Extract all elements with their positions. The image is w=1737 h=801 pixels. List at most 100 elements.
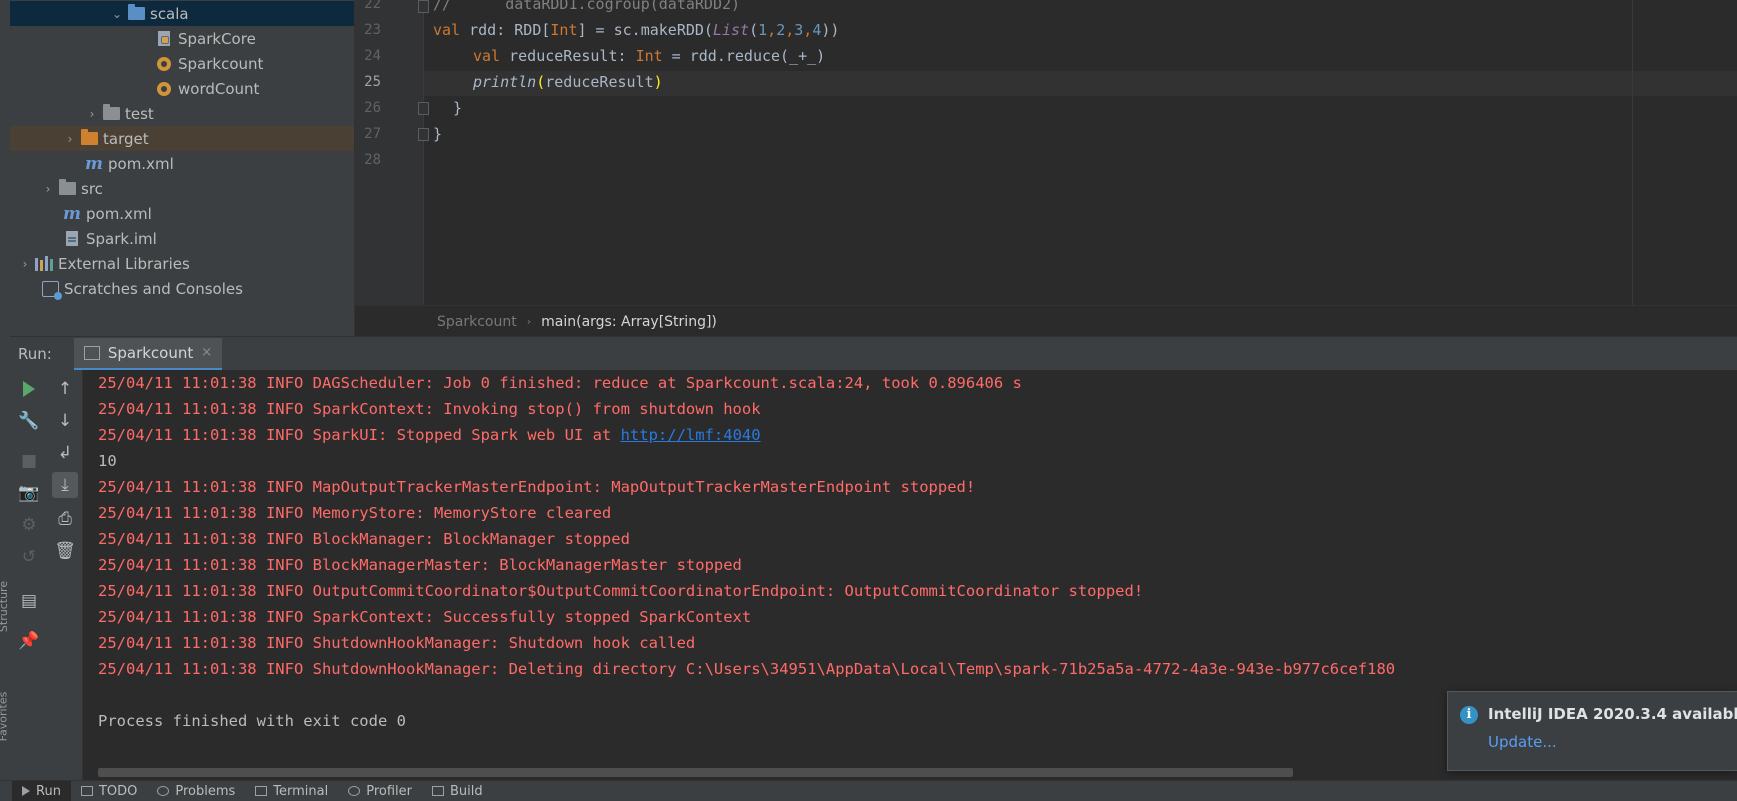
- code-token: ,: [767, 21, 777, 39]
- chevron-down-icon[interactable]: ⌄: [108, 7, 126, 21]
- fold-marker-icon[interactable]: [418, 102, 429, 115]
- structure-tab[interactable]: Structure: [0, 581, 10, 632]
- code-token: Int: [550, 21, 578, 39]
- line-number: 23: [364, 22, 381, 38]
- notification-title: IntelliJ IDEA 2020.3.4 available: [1488, 705, 1737, 723]
- line-number: 22: [364, 0, 381, 12]
- scala-file-icon: [154, 31, 174, 47]
- console-line: 25/04/11 11:01:38 INFO SparkContext: Inv…: [98, 400, 761, 418]
- trash-icon[interactable]: 🗑: [52, 538, 78, 564]
- code-token: (: [749, 21, 759, 39]
- console-line: 25/04/11 11:01:38 INFO MapOutputTrackerM…: [98, 478, 976, 496]
- tool-problems[interactable]: Problems: [147, 781, 245, 801]
- tool-label: Run: [36, 783, 61, 799]
- tree-item-label: SparkCore: [178, 29, 256, 48]
- module-file-icon: [62, 231, 82, 247]
- tree-item-wordcount[interactable]: wordCount: [10, 76, 354, 101]
- console-line: 25/04/11 11:01:38 INFO BlockManager: Blo…: [98, 530, 630, 548]
- tool-label: Problems: [175, 783, 236, 799]
- pin-icon[interactable]: 📌: [16, 628, 42, 654]
- tree-item-label: target: [103, 129, 149, 148]
- tool-label: Profiler: [366, 783, 413, 799]
- tree-item-sparkcount[interactable]: Sparkcount: [10, 51, 354, 76]
- code-token: val: [433, 21, 461, 39]
- console-line: 25/04/11 11:01:38 INFO MemoryStore: Memo…: [98, 504, 612, 522]
- scroll-to-end-icon[interactable]: ⤓: [52, 472, 78, 498]
- folder-icon: [101, 104, 121, 122]
- scratches-icon: [40, 280, 62, 300]
- code-line-23: val rdd: RDD[Int] = sc.makeRDD(List(1,2,…: [433, 21, 839, 39]
- tool-build[interactable]: Build: [422, 781, 493, 801]
- console-line: 25/04/11 11:01:38 INFO SparkUI: Stopped …: [98, 426, 761, 444]
- breadcrumb-method[interactable]: main(args: Array[String]): [541, 314, 717, 330]
- tree-item-label: pom.xml: [86, 204, 152, 223]
- console-line: 25/04/11 11:01:38 INFO OutputCommitCoord…: [98, 582, 1144, 600]
- code-editor[interactable]: 22 23 24 25 26 27 28 // dataRDD1.cogroup…: [355, 0, 1737, 305]
- tree-item-pom-xml-root[interactable]: m pom.xml: [10, 201, 354, 226]
- console-line: Process finished with exit code 0: [98, 712, 406, 730]
- stop-button[interactable]: ■: [16, 448, 42, 474]
- tool-label: Build: [450, 783, 483, 799]
- print-icon[interactable]: ⎙: [52, 506, 78, 532]
- fold-marker-icon[interactable]: [418, 128, 429, 141]
- camera-icon[interactable]: 📷: [16, 480, 42, 506]
- update-link[interactable]: Update...: [1488, 733, 1557, 751]
- arrow-down-icon[interactable]: ↓: [52, 408, 78, 434]
- maven-icon: m: [85, 153, 103, 174]
- breadcrumb-file[interactable]: Sparkcount: [437, 314, 517, 330]
- chevron-right-icon[interactable]: ›: [39, 182, 57, 196]
- tool-run[interactable]: Run: [12, 781, 71, 801]
- list-icon: [80, 786, 93, 796]
- play-icon: [23, 381, 35, 397]
- tree-item-label: test: [125, 104, 154, 123]
- code-token: 2: [776, 21, 786, 39]
- tree-item-pom-xml[interactable]: m pom.xml: [10, 151, 354, 176]
- rerun-button[interactable]: [16, 376, 42, 402]
- tree-item-spark-iml[interactable]: Spark.iml: [10, 226, 354, 251]
- close-icon[interactable]: ×: [201, 345, 212, 360]
- scala-object-icon: [154, 81, 174, 97]
- tree-item-src[interactable]: › src: [10, 176, 354, 201]
- line-number: 24: [364, 48, 381, 64]
- tool-profiler[interactable]: Profiler: [338, 781, 422, 801]
- tree-item-external-libraries[interactable]: › External Libraries: [10, 251, 354, 276]
- libraries-icon: [34, 256, 54, 272]
- tree-item-sparkcore[interactable]: SparkCore: [10, 26, 354, 51]
- folder-icon: [126, 4, 146, 22]
- horizontal-scrollbar[interactable]: [98, 768, 1293, 777]
- tool-terminal[interactable]: Terminal: [245, 781, 338, 801]
- tool-label: Terminal: [273, 783, 329, 799]
- exit-icon[interactable]: ↺: [16, 544, 42, 570]
- layout-icon[interactable]: ▤: [16, 588, 42, 614]
- chevron-right-icon[interactable]: ›: [83, 107, 101, 121]
- console-line: 25/04/11 11:01:38 INFO SparkContext: Suc…: [98, 608, 752, 626]
- hammer-icon: [432, 786, 445, 796]
- fold-marker-icon[interactable]: [418, 0, 429, 13]
- debug-icon[interactable]: ⚙: [16, 512, 42, 538]
- spark-ui-link[interactable]: http://lmf:4040: [621, 426, 761, 444]
- folder-icon: [57, 179, 77, 197]
- code-token: (: [536, 73, 546, 91]
- tab-sparkcount[interactable]: Sparkcount ×: [73, 337, 223, 371]
- profiler-icon: [348, 786, 361, 796]
- arrow-up-icon[interactable]: ↑: [52, 376, 78, 402]
- favorites-tab[interactable]: Favorites: [0, 692, 9, 742]
- chevron-right-icon[interactable]: ›: [61, 132, 79, 146]
- tool-todo[interactable]: TODO: [71, 781, 147, 801]
- tree-item-scratches[interactable]: Scratches and Consoles: [10, 276, 354, 301]
- chevron-right-icon[interactable]: ›: [16, 257, 34, 271]
- wrench-icon[interactable]: 🔧: [16, 408, 42, 434]
- soft-wrap-icon[interactable]: ↲: [52, 440, 78, 466]
- tree-item-test[interactable]: › test: [10, 101, 354, 126]
- code-token: println: [473, 73, 537, 91]
- tree-item-label: scala: [150, 4, 189, 23]
- breadcrumb-separator: ›: [526, 315, 532, 328]
- console-icon: [83, 345, 100, 360]
- tab-label: Sparkcount: [107, 343, 194, 362]
- tree-item-scala[interactable]: ⌄ scala: [10, 1, 354, 26]
- code-line-27: }: [433, 125, 443, 143]
- tree-item-target[interactable]: › target: [10, 126, 354, 151]
- console-text: 25/04/11 11:01:38 INFO SparkUI: Stopped …: [98, 426, 621, 444]
- maven-icon: m: [63, 203, 81, 224]
- code-token: rdd:: [460, 21, 515, 39]
